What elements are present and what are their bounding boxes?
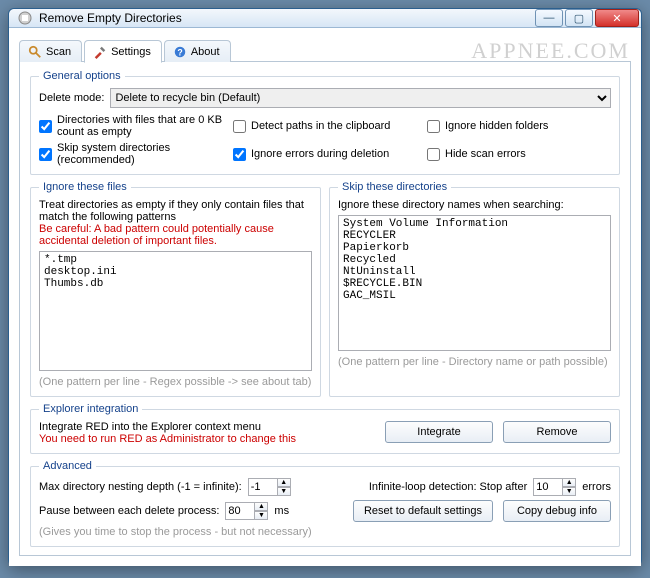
explorer-legend: Explorer integration xyxy=(39,403,142,415)
spin-down-icon[interactable]: ▼ xyxy=(562,487,576,496)
pause-input[interactable] xyxy=(225,502,255,520)
tab-strip: Scan Settings ? About xyxy=(19,34,631,62)
tab-settings[interactable]: Settings xyxy=(84,40,162,63)
max-depth-spinner[interactable]: ▲▼ xyxy=(248,478,291,496)
max-depth-label: Max directory nesting depth (-1 = infini… xyxy=(39,481,242,493)
spin-up-icon[interactable]: ▲ xyxy=(254,502,268,511)
check-detect-clipboard[interactable]: Detect paths in the clipboard xyxy=(233,114,417,138)
pause-label: Pause between each delete process: xyxy=(39,505,219,517)
loop-input[interactable] xyxy=(533,478,563,496)
integrate-button[interactable]: Integrate xyxy=(385,421,493,443)
spin-up-icon[interactable]: ▲ xyxy=(277,478,291,487)
check-ignore-hidden[interactable]: Ignore hidden folders xyxy=(427,114,611,138)
titlebar: Remove Empty Directories — ▢ ✕ xyxy=(9,9,641,28)
max-depth-input[interactable] xyxy=(248,478,278,496)
skip-dirs-textarea[interactable] xyxy=(338,215,611,351)
remove-integration-button[interactable]: Remove xyxy=(503,421,611,443)
check-skip-system[interactable]: Skip system directories (recommended) xyxy=(39,142,223,166)
help-icon: ? xyxy=(173,45,187,59)
explorer-warning: You need to run RED as Administrator to … xyxy=(39,433,379,445)
general-options-group: General options Delete mode: Delete to r… xyxy=(30,70,620,175)
pause-spinner[interactable]: ▲▼ xyxy=(225,502,268,520)
ignore-files-hint: (One pattern per line - Regex possible -… xyxy=(39,376,312,388)
minimize-button[interactable]: — xyxy=(535,9,563,27)
delete-mode-select[interactable]: Delete to recycle bin (Default) xyxy=(110,88,611,108)
spin-down-icon[interactable]: ▼ xyxy=(277,487,291,496)
magnifier-icon xyxy=(28,45,42,59)
spin-down-icon[interactable]: ▼ xyxy=(254,511,268,520)
svg-text:?: ? xyxy=(177,48,182,58)
app-icon xyxy=(17,10,33,26)
reset-defaults-button[interactable]: Reset to default settings xyxy=(353,500,493,522)
ignore-files-legend: Ignore these files xyxy=(39,181,131,193)
pause-unit: ms xyxy=(274,505,289,517)
general-legend: General options xyxy=(39,70,125,82)
explorer-integration-group: Explorer integration Integrate RED into … xyxy=(30,403,620,454)
tab-scan-label: Scan xyxy=(46,46,71,58)
check-zero-kb[interactable]: Directories with files that are 0 KB cou… xyxy=(39,114,223,138)
tab-settings-label: Settings xyxy=(111,46,151,58)
delete-mode-label: Delete mode: xyxy=(39,92,104,104)
ignore-files-textarea[interactable] xyxy=(39,251,312,371)
client-area: Scan Settings ? About General options De… xyxy=(9,28,641,566)
ignore-files-desc: Treat directories as empty if they only … xyxy=(39,199,312,223)
maximize-button[interactable]: ▢ xyxy=(565,9,593,27)
check-hide-scan-errors[interactable]: Hide scan errors xyxy=(427,142,611,166)
explorer-desc: Integrate RED into the Explorer context … xyxy=(39,421,379,433)
loop-label-pre: Infinite-loop detection: Stop after xyxy=(369,481,527,493)
skip-dirs-group: Skip these directories Ignore these dire… xyxy=(329,181,620,397)
window-title: Remove Empty Directories xyxy=(39,11,533,25)
skip-dirs-legend: Skip these directories xyxy=(338,181,451,193)
spin-up-icon[interactable]: ▲ xyxy=(562,478,576,487)
loop-label-post: errors xyxy=(582,481,611,493)
close-button[interactable]: ✕ xyxy=(595,9,639,27)
tools-icon xyxy=(93,45,107,59)
ignore-files-warning: Be careful: A bad pattern could potentia… xyxy=(39,223,312,247)
copy-debug-button[interactable]: Copy debug info xyxy=(503,500,611,522)
tab-about-label: About xyxy=(191,46,220,58)
tab-about[interactable]: ? About xyxy=(164,40,231,62)
pause-hint: (Gives you time to stop the process - bu… xyxy=(39,526,611,538)
app-window: Remove Empty Directories — ▢ ✕ Scan Sett… xyxy=(8,8,642,566)
advanced-group: Advanced Max directory nesting depth (-1… xyxy=(30,460,620,547)
loop-spinner[interactable]: ▲▼ xyxy=(533,478,576,496)
skip-dirs-desc: Ignore these directory names when search… xyxy=(338,199,611,211)
check-ignore-errors[interactable]: Ignore errors during deletion xyxy=(233,142,417,166)
settings-panel: General options Delete mode: Delete to r… xyxy=(19,62,631,556)
tab-scan[interactable]: Scan xyxy=(19,40,82,62)
advanced-legend: Advanced xyxy=(39,460,96,472)
skip-dirs-hint: (One pattern per line - Directory name o… xyxy=(338,356,611,368)
ignore-files-group: Ignore these files Treat directories as … xyxy=(30,181,321,397)
